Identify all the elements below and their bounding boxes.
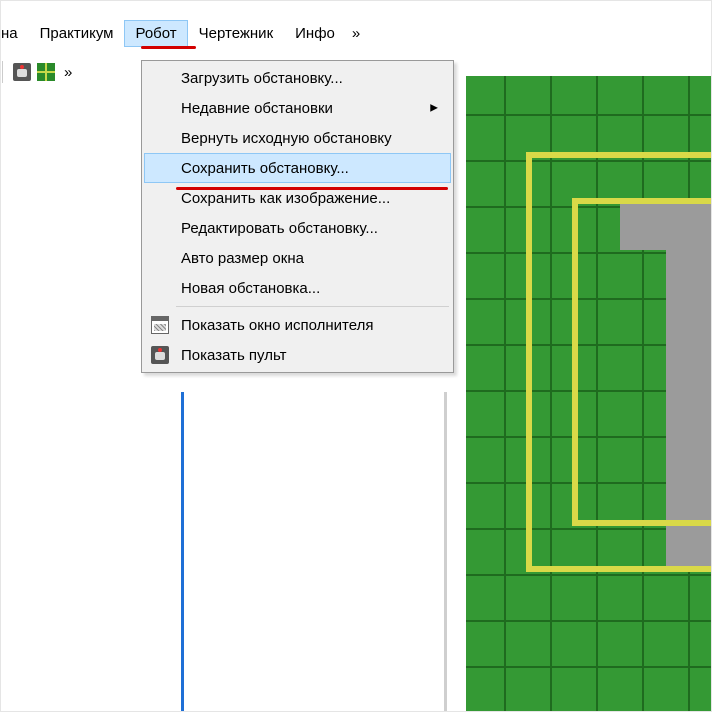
wall	[572, 198, 578, 524]
menu-item-label: Недавние обстановки	[181, 100, 333, 117]
menu-item-label: Показать пульт	[181, 347, 287, 364]
menu-item-drawer[interactable]: Чертежник	[188, 20, 285, 47]
menu-new-environment[interactable]: Новая обстановка...	[144, 273, 451, 303]
menu-load-environment[interactable]: Загрузить обстановку...	[144, 63, 451, 93]
robot-dropdown-menu: Загрузить обстановку... Недавние обстано…	[141, 60, 454, 373]
robot-field-panel	[466, 72, 712, 712]
menu-save-environment[interactable]: Сохранить обстановку...	[144, 153, 451, 183]
submenu-arrow-icon: ▶	[430, 103, 438, 114]
toolbar-field-button[interactable]	[36, 62, 56, 82]
menu-auto-window-size[interactable]: Авто размер окна	[144, 243, 451, 273]
toolbar-joystick-button[interactable]	[12, 62, 32, 82]
menu-edit-environment[interactable]: Редактировать обстановку...	[144, 213, 451, 243]
annotation-underline-save	[176, 187, 448, 190]
menu-item-label: Редактировать обстановку...	[181, 220, 378, 237]
joystick-icon	[151, 346, 169, 364]
menu-overflow[interactable]: »	[346, 21, 366, 46]
toolbar-separator	[2, 61, 6, 83]
joystick-icon	[13, 63, 31, 81]
menu-item-info[interactable]: Инфо	[284, 20, 346, 47]
menu-item-label: Авто размер окна	[181, 250, 304, 267]
annotation-underline-robot	[141, 46, 196, 49]
menu-item-robot[interactable]: Робот	[124, 20, 187, 47]
wall	[526, 152, 712, 158]
menu-item-label: Вернуть исходную обстановку	[181, 130, 392, 147]
menu-show-remote[interactable]: Показать пульт	[144, 340, 451, 370]
toolbar-overflow[interactable]: »	[60, 64, 76, 81]
menu-show-executor-window[interactable]: Показать окно исполнителя	[144, 310, 451, 340]
editor-caret-line	[181, 392, 184, 712]
robot-field[interactable]	[466, 76, 712, 712]
menu-item-label: Показать окно исполнителя	[181, 317, 373, 334]
menu-recent-environments[interactable]: Недавние обстановки ▶	[144, 93, 451, 123]
grid-icon	[37, 63, 55, 81]
menu-item-label: Сохранить обстановку...	[181, 160, 349, 177]
window-icon	[151, 316, 169, 334]
wall	[526, 152, 532, 572]
wall	[572, 520, 712, 526]
menu-separator	[176, 306, 449, 307]
pane-splitter[interactable]	[444, 392, 447, 712]
wall	[526, 566, 712, 572]
menu-item-label: Загрузить обстановку...	[181, 70, 343, 87]
wall	[572, 198, 712, 204]
painted-region	[620, 204, 712, 250]
toolbar: »	[0, 59, 76, 85]
menu-item-praktikum[interactable]: Практикум	[29, 20, 125, 47]
menu-item-label: Сохранить как изображение...	[181, 190, 390, 207]
menu-item-partial[interactable]: на	[0, 20, 29, 47]
menu-bar: на Практикум Робот Чертежник Инфо »	[0, 18, 712, 48]
menu-restore-environment[interactable]: Вернуть исходную обстановку	[144, 123, 451, 153]
painted-region	[666, 204, 712, 572]
menu-item-label: Новая обстановка...	[181, 280, 320, 297]
